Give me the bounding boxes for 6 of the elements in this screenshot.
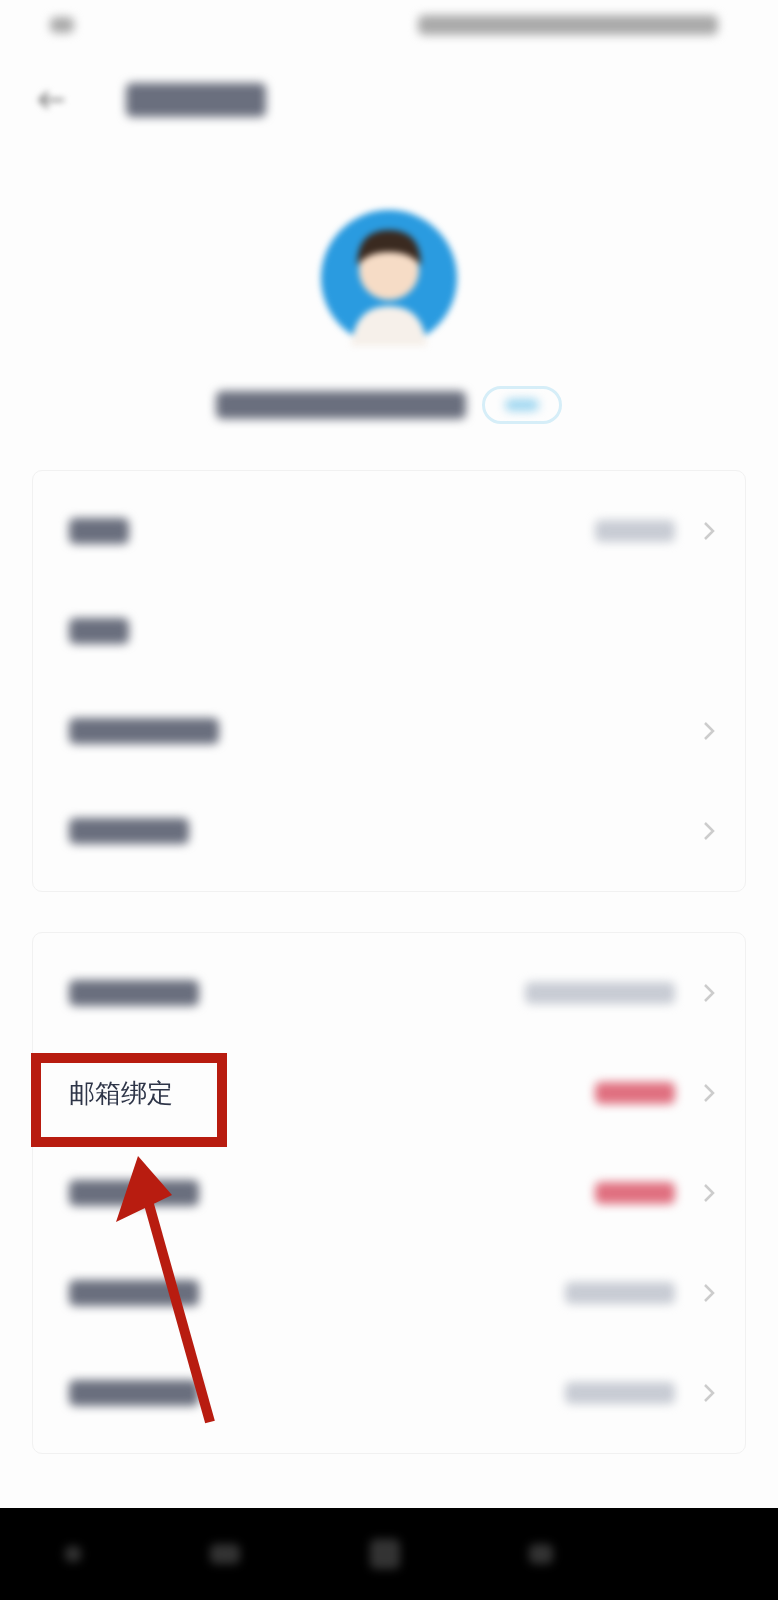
settings-label[interactable]: 邮箱绑定 (69, 1075, 173, 1111)
blurred-text (69, 518, 129, 544)
notification-icon (50, 17, 74, 33)
avatar[interactable] (321, 210, 457, 346)
blurred-text (69, 618, 129, 644)
back-icon[interactable] (36, 90, 66, 110)
